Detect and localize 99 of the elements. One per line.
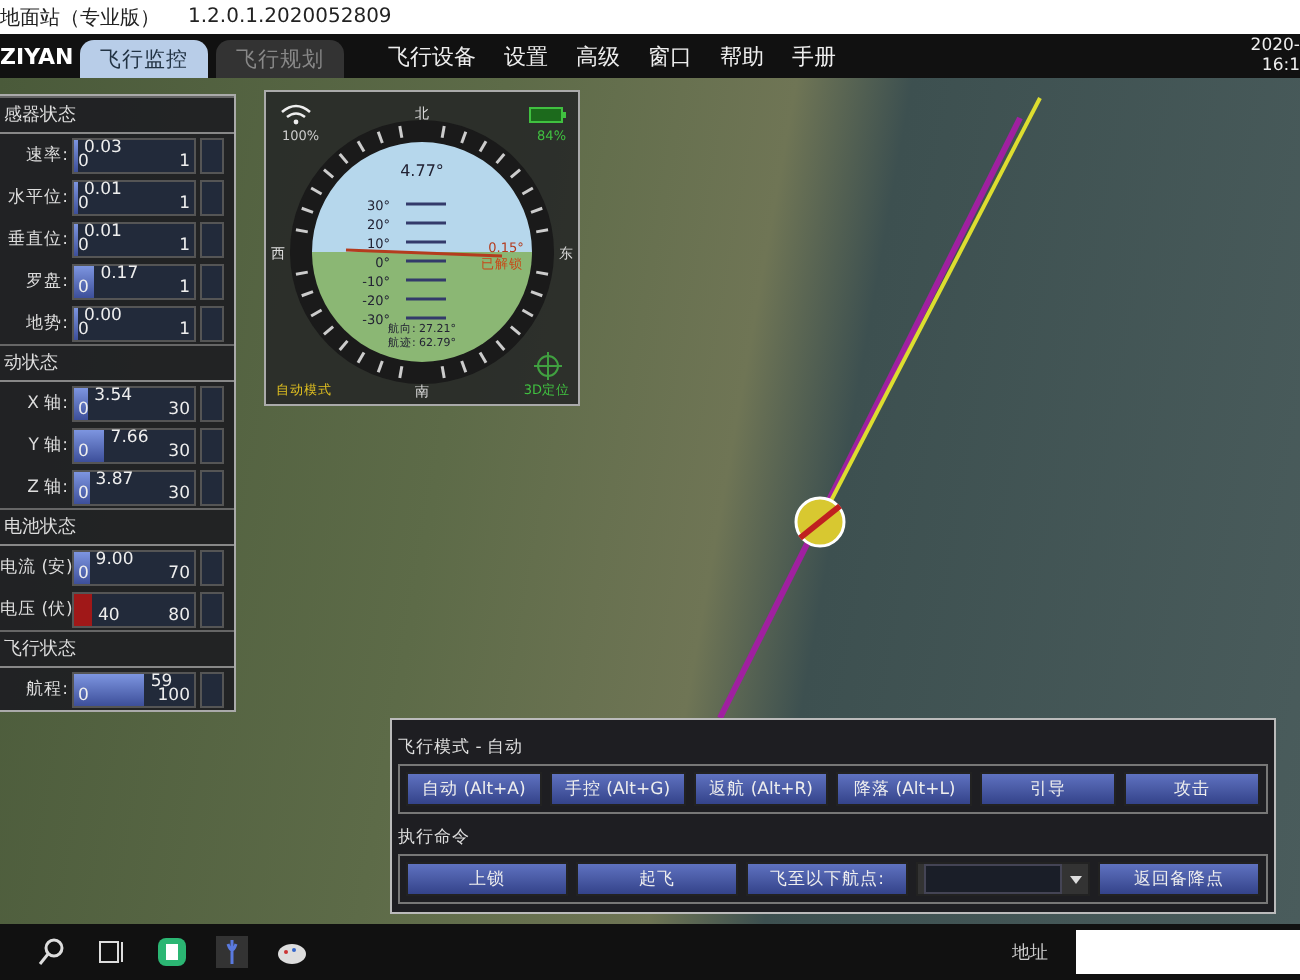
gauge-extra-box	[200, 385, 224, 421]
gauge-max: 100	[157, 687, 190, 705]
tab[interactable]: 飞行规划	[216, 40, 344, 78]
version-text: 1.2.0.1.2020052809	[188, 6, 392, 28]
chat-app-icon[interactable]	[156, 936, 188, 968]
section-title: 电池状态	[0, 508, 234, 546]
address-field[interactable]	[1076, 930, 1300, 974]
mode-button[interactable]: 返航 (Alt+R)	[693, 772, 829, 806]
gauge-min: 0	[78, 485, 89, 503]
pitch-ladder-line	[406, 221, 446, 225]
gauge-value: 3.87	[95, 471, 134, 489]
mode-button[interactable]: 手控 (Alt+G)	[549, 772, 686, 806]
menu-item[interactable]: 帮助	[720, 41, 764, 71]
gauge-value: 0.03	[84, 139, 122, 157]
search-icon[interactable]	[36, 936, 68, 968]
menu-item[interactable]: 窗口	[648, 41, 692, 71]
gauge-min: 0	[78, 565, 89, 583]
mode-button[interactable]: 降落 (Alt+L)	[836, 772, 973, 806]
pitch-ladder-line	[406, 240, 446, 244]
pitch-ladder-line	[406, 316, 446, 320]
gauge-extra-box	[200, 549, 224, 585]
gauge-max: 30	[168, 443, 190, 461]
mode-button[interactable]: 攻击	[1124, 772, 1260, 806]
gauge-min: 0	[78, 153, 89, 171]
satellite-icon	[533, 351, 563, 381]
pitch-ladder-line	[406, 278, 446, 282]
gauge-min: 0	[78, 687, 89, 705]
gauge-value: 0.01	[84, 181, 122, 199]
gauge-label: 水平位:	[6, 185, 68, 209]
gauge-extra-box	[200, 427, 224, 463]
gauge-label: 罗盘:	[24, 269, 68, 293]
gauge-min: 0	[78, 401, 89, 419]
gauge-max: 1	[179, 321, 190, 339]
section-title: 飞行模式 - 自动	[398, 736, 525, 760]
pitch-ladder-line	[406, 202, 446, 206]
gauge-extra-box	[200, 305, 224, 341]
command-button[interactable]: 起飞	[576, 862, 738, 896]
gauge-min: 0	[78, 443, 89, 461]
gauge-max: 80	[168, 607, 190, 625]
time-text: 16:1	[1261, 56, 1300, 76]
gauge-min: 0	[78, 279, 89, 297]
section-title: 感器状态	[0, 96, 234, 134]
gauge-value: 0.00	[84, 307, 122, 325]
pitch-ladder-line	[406, 259, 446, 263]
gauge-label: 航程:	[24, 677, 68, 701]
gauge-max: 1	[179, 153, 190, 171]
gauge-value: 9.00	[95, 551, 134, 569]
gauge-extra-box	[200, 221, 224, 257]
gauge-label: Y 轴:	[26, 433, 68, 457]
menu-item[interactable]: 飞行设备	[388, 41, 476, 71]
pitch-reading: 4.77°	[400, 162, 444, 180]
task-view-icon[interactable]	[96, 936, 128, 968]
gauge-extra-box	[200, 671, 224, 707]
gauge-value: 3.54	[94, 387, 133, 405]
command-button[interactable]: 返回备降点	[1098, 862, 1260, 896]
gauge-min: 0	[78, 237, 89, 255]
command-button[interactable]: 飞至以下航点:	[746, 862, 908, 896]
mode-button[interactable]: 引导	[980, 772, 1117, 806]
gauge-extra-box	[200, 263, 224, 299]
menu-item[interactable]: 高级	[576, 41, 620, 71]
menu-item[interactable]: 手册	[792, 41, 836, 71]
address-label: 地址	[1012, 941, 1048, 965]
mode-button[interactable]: 自动 (Alt+A)	[406, 772, 542, 806]
gauge-min: 0	[78, 321, 89, 339]
gauge-extra-box	[200, 591, 224, 627]
gauge-max: 30	[168, 485, 190, 503]
gauge-label: Z 轴:	[25, 475, 68, 499]
gauge-value: 0.17	[100, 265, 139, 283]
gauge-label: X 轴:	[25, 391, 68, 415]
tab[interactable]: 飞行监控	[80, 40, 208, 78]
aircraft-marker-icon	[794, 496, 846, 548]
gauge-value: 0.01	[84, 223, 122, 241]
wifi-icon	[280, 104, 312, 125]
gauge-min: 0	[78, 195, 89, 213]
logo-text: ZIYAN	[0, 43, 72, 69]
section-title: 飞行状态	[0, 630, 234, 668]
window-title: 地面站（专业版）	[0, 5, 160, 31]
gauge-extra-box	[200, 469, 224, 505]
gauge-max: 1	[179, 195, 190, 213]
section-title: 动状态	[0, 344, 234, 382]
section-title: 执行命令	[398, 826, 472, 850]
gauge-max: 30	[168, 401, 190, 419]
gauge-extra-box	[200, 179, 224, 215]
tuning-fork-icon[interactable]	[216, 936, 248, 968]
gauge-max: 1	[179, 237, 190, 255]
gauge-label: 垂直位:	[6, 227, 68, 251]
gauge-max: 1	[179, 279, 190, 297]
date-text: 2020-	[1250, 36, 1300, 56]
pitch-ladder-line	[406, 297, 446, 301]
gauge-value: 7.66	[110, 429, 149, 447]
gauge-max: 70	[168, 565, 190, 583]
menu-item[interactable]: 设置	[504, 41, 548, 71]
battery-icon	[529, 107, 566, 123]
gauge-extra-box	[200, 137, 224, 173]
command-button[interactable]: 上锁	[406, 862, 568, 896]
gauge-label: 地势:	[24, 311, 68, 335]
caret-icon	[1070, 875, 1082, 883]
gauge-min: 40	[98, 607, 120, 625]
gauge-label: 速率:	[24, 143, 68, 167]
